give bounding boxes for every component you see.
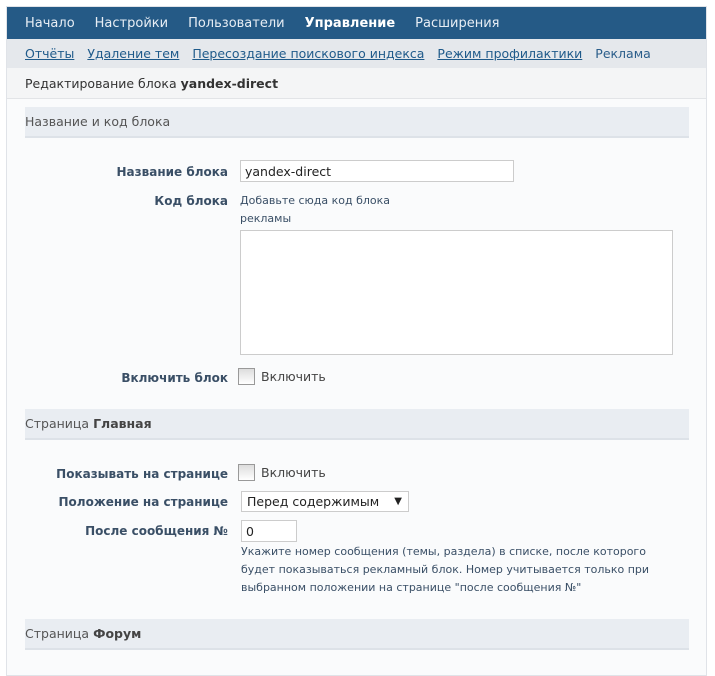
- enable-checkbox-group[interactable]: Включить: [238, 368, 326, 385]
- position-select-value: Перед содержимым: [247, 494, 380, 509]
- show-label: Показывать на странице: [56, 467, 228, 481]
- subnav-maintenance[interactable]: Режим профилактики: [437, 46, 582, 61]
- main-nav: Начало Настройки Пользователи Управление…: [7, 7, 706, 39]
- section-page-name: Форум: [93, 626, 142, 641]
- nav-users[interactable]: Пользователи: [188, 16, 285, 31]
- after-message-input[interactable]: [241, 520, 297, 542]
- subnav-rebuild-index[interactable]: Пересоздание поискового индекса: [192, 46, 424, 61]
- position-label: Положение на странице: [58, 495, 228, 509]
- section-prefix: Страница: [25, 626, 90, 641]
- show-checkbox[interactable]: [238, 464, 255, 481]
- section-page-name: Главная: [93, 416, 152, 431]
- page-title: Редактирование блока yandex-direct: [7, 68, 706, 99]
- enable-checkbox-label: Включить: [261, 369, 326, 384]
- block-name-title: yandex-direct: [180, 75, 279, 91]
- block-code-textarea[interactable]: [240, 230, 673, 355]
- section-prefix: Страница: [25, 416, 90, 431]
- nav-extensions[interactable]: Расширения: [415, 16, 499, 31]
- enable-label: Включить блок: [121, 371, 228, 385]
- nav-home[interactable]: Начало: [25, 16, 75, 31]
- after-message-hint: Укажите номер сообщения (темы, раздела) …: [241, 545, 650, 594]
- page-title-prefix: Редактирование блока: [25, 75, 177, 91]
- dropdown-arrow-icon: ▼: [394, 496, 402, 507]
- sub-nav: Отчёты Удаление тем Пересоздание поисков…: [7, 39, 706, 68]
- code-hint: Добавьте сюда код блока рекламы: [240, 194, 391, 225]
- section-header-main-page: Страница Главная: [25, 409, 689, 440]
- subnav-reports[interactable]: Отчёты: [25, 46, 74, 61]
- show-checkbox-group[interactable]: Включить: [238, 464, 326, 481]
- show-checkbox-label: Включить: [261, 465, 326, 480]
- name-label: Название блока: [116, 165, 228, 179]
- after-message-label: После сообщения №: [85, 524, 228, 538]
- code-label: Код блока: [154, 194, 228, 208]
- section-title: Название и код блока: [25, 114, 171, 129]
- admin-panel: Начало Настройки Пользователи Управление…: [6, 6, 707, 676]
- block-name-input[interactable]: [240, 160, 514, 182]
- subnav-delete-topics[interactable]: Удаление тем: [87, 46, 179, 61]
- position-select[interactable]: Перед содержимым ▼: [241, 491, 409, 512]
- nav-management[interactable]: Управление: [305, 16, 396, 31]
- nav-settings[interactable]: Настройки: [95, 16, 168, 31]
- section-header-forum-page: Страница Форум: [25, 619, 689, 650]
- enable-checkbox[interactable]: [238, 368, 255, 385]
- subnav-ads[interactable]: Реклама: [595, 46, 651, 61]
- section-header-name-code: Название и код блока: [25, 107, 689, 138]
